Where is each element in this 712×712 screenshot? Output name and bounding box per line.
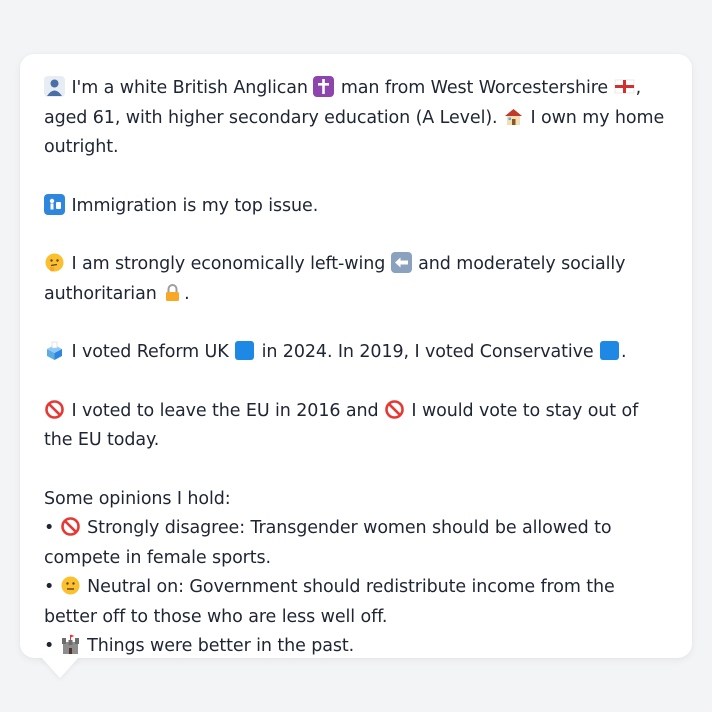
- identity-text-1: I'm a white British Anglican: [71, 78, 308, 98]
- voting-text-3: .: [621, 342, 627, 362]
- opinion-text: Things were better in the past.: [87, 636, 355, 656]
- brexit-text-1: I voted to leave the EU in 2016 and: [71, 400, 379, 421]
- identity-paragraph: I'm a white British Anglican man from We…: [44, 74, 668, 163]
- opinion-text: Strongly disagree: Transgender women sho…: [44, 518, 612, 568]
- top-issue-paragraph: Immigration is my top issue.: [44, 192, 668, 222]
- house-icon: [503, 106, 524, 127]
- lock-icon: [162, 282, 183, 303]
- opinions-heading: Some opinions I hold:: [44, 488, 231, 509]
- thinking-face-icon: [44, 252, 65, 273]
- latin-cross-icon: [313, 76, 335, 97]
- brexit-paragraph: I voted to leave the EU in 2016 and I wo…: [44, 397, 668, 456]
- bullet: •: [44, 636, 55, 656]
- ideology-text-3: .: [184, 283, 190, 304]
- prohibited-icon: [44, 399, 65, 420]
- ballot-box-icon: [44, 340, 65, 361]
- bust-in-silhouette-icon: [44, 76, 65, 97]
- opinion-text: Neutral on: Government should redistribu…: [44, 577, 615, 627]
- prohibited-icon: [384, 399, 405, 420]
- castle-icon: [60, 634, 81, 655]
- voting-paragraph: I voted Reform UK in 2024. In 2019, I vo…: [44, 338, 668, 368]
- voting-text-1: I voted Reform UK: [71, 342, 229, 362]
- blue-square-icon: [234, 340, 255, 361]
- top-issue-text: Immigration is my top issue.: [71, 195, 319, 216]
- voting-text-2: in 2024. In 2019, I voted Conservative: [261, 342, 594, 362]
- england-flag-icon: [614, 76, 635, 97]
- prohibited-icon: [60, 516, 81, 537]
- bullet: •: [44, 577, 55, 597]
- opinion-item: • Strongly disagree: Transgender women s…: [44, 514, 668, 573]
- bullet: •: [44, 518, 55, 538]
- opinion-item: • Things were better in the past.: [44, 632, 668, 662]
- message-bubble: I'm a white British Anglican man from We…: [20, 54, 692, 658]
- blue-square-icon: [599, 340, 620, 361]
- left-arrow-icon: [390, 252, 412, 273]
- bubble-tail: [40, 656, 80, 678]
- passport-control-icon: [44, 193, 65, 215]
- opinions-paragraph: Some opinions I hold: • Strongly disagre…: [44, 485, 668, 662]
- neutral-face-icon: [60, 575, 81, 596]
- opinion-item: • Neutral on: Government should redistri…: [44, 573, 668, 632]
- identity-text-2: man from West Worcestershire: [340, 78, 609, 98]
- ideology-text-1: I am strongly economically left-wing: [71, 254, 386, 274]
- ideology-paragraph: I am strongly economically left-wing and…: [44, 250, 668, 309]
